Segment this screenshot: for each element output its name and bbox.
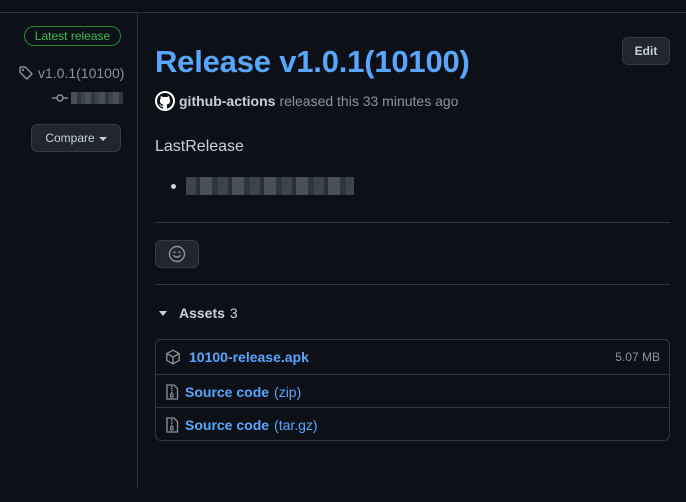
asset-row-apk[interactable]: 10100-release.apk 5.07 MB (156, 340, 669, 374)
redacted-commit-hash (71, 92, 123, 104)
commit-link[interactable] (52, 90, 123, 106)
file-zip-icon (166, 383, 179, 400)
asset-format-targz[interactable]: (tar.gz) (274, 417, 318, 433)
release-title[interactable]: Release v1.0.1(10100) (155, 44, 470, 80)
release-timestamp: released this 33 minutes ago (279, 93, 459, 109)
asset-row-source-targz[interactable]: Source code (tar.gz) (156, 407, 669, 441)
release-author-link[interactable]: github-actions (179, 93, 275, 109)
asset-format-zip[interactable]: (zip) (274, 384, 301, 400)
file-zip-icon (166, 416, 179, 433)
compare-button-label: Compare (45, 131, 95, 145)
smiley-icon (168, 245, 186, 263)
assets-list: 10100-release.apk 5.07 MB Source code (z… (155, 339, 670, 441)
commit-icon (52, 94, 68, 102)
list-bullet (171, 184, 176, 189)
release-byline: github-actions released this 33 minutes … (155, 91, 458, 111)
package-icon (166, 349, 180, 365)
compare-button[interactable]: Compare (31, 124, 121, 152)
release-body-title: LastRelease (155, 138, 244, 155)
asset-link-source-targz[interactable]: Source code (185, 417, 269, 433)
latest-release-badge: Latest release (24, 26, 121, 46)
section-divider (155, 284, 670, 285)
timeline-divider (137, 13, 138, 489)
asset-link-source-zip[interactable]: Source code (185, 384, 269, 400)
add-reaction-button[interactable] (155, 240, 199, 268)
assets-count: 3 (229, 305, 238, 321)
assets-label: Assets (179, 305, 225, 321)
release-tag-label: v1.0.1(10100) (38, 65, 125, 81)
asset-link-apk[interactable]: 10100-release.apk (189, 349, 309, 365)
triangle-down-icon (159, 310, 167, 316)
caret-down-icon (98, 136, 107, 141)
top-border (0, 12, 686, 13)
section-divider (155, 222, 670, 223)
asset-size: 5.07 MB (615, 350, 660, 364)
github-actions-avatar[interactable] (155, 91, 175, 111)
edit-button[interactable]: Edit (622, 37, 670, 65)
assets-toggle[interactable]: Assets 3 (159, 304, 238, 322)
tag-icon (19, 66, 33, 80)
redacted-release-note (186, 177, 354, 195)
github-mark-icon (157, 93, 173, 109)
release-tag-link[interactable]: v1.0.1(10100) (18, 64, 124, 82)
asset-row-source-zip[interactable]: Source code (zip) (156, 374, 669, 408)
